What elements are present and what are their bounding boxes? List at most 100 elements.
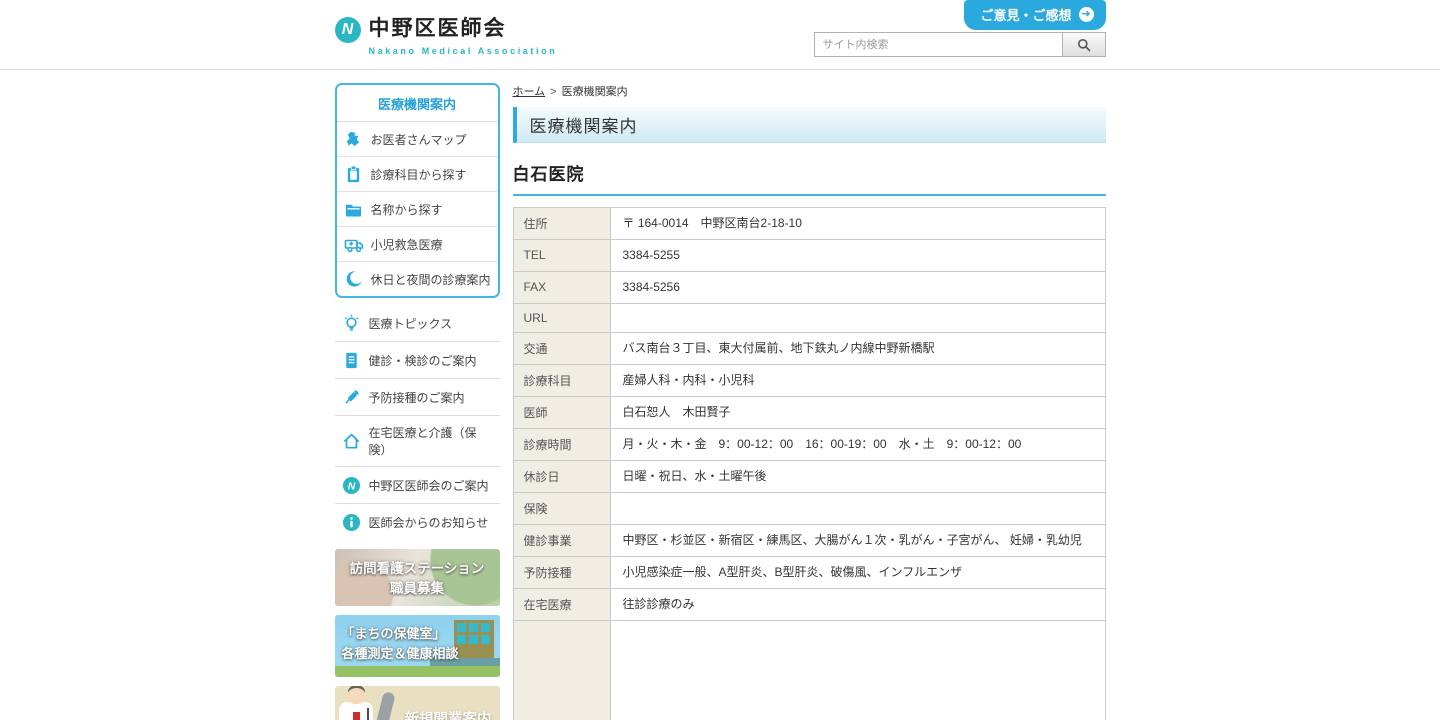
row-label: 在宅医療 [513, 588, 610, 620]
row-label: 診療時間 [513, 428, 610, 460]
page-title-bar: 医療機関案内 [513, 107, 1106, 143]
table-row: TEL 3384-5255 [513, 240, 1105, 272]
row-value [610, 620, 1105, 720]
sidebar-item-label: 在宅医療と介護（保険） [369, 424, 493, 458]
sidebar-item-checkup-guide[interactable]: 健診・検診のご案内 [335, 342, 500, 379]
sidebar-item-label: 医師会からのお知らせ [369, 514, 489, 531]
folder-icon [344, 199, 364, 219]
row-value: 日曜・祝日、水・土曜午後 [610, 460, 1105, 492]
sidebar-item-medical-institutions[interactable]: 医療機関案内 [337, 85, 498, 122]
table-row: FAX 3384-5256 [513, 271, 1105, 303]
banner-visiting-nurse-recruitment[interactable]: 訪問看護ステーション 職員募集 [335, 549, 500, 606]
banner-text-line: 新規開業案内 [335, 708, 492, 720]
row-label: 健診事業 [513, 524, 610, 556]
sidebar-item-home-care-insurance[interactable]: 在宅医療と介護（保険） [335, 416, 500, 467]
row-label: TEL [513, 240, 610, 272]
breadcrumb-current: 医療機関案内 [562, 86, 628, 98]
logo-circle-icon: N [342, 475, 362, 495]
sidebar-item-label: 診療科目から探す [371, 166, 467, 183]
banner-new-practice-guide[interactable]: 新規開業案内 [335, 686, 500, 720]
row-value [610, 492, 1105, 524]
lightbulb-icon [342, 313, 362, 333]
table-row: 診療時間 月・火・木・金 9：00-12：00 16：00-19：00 水・土 … [513, 428, 1105, 460]
table-row: 保険 [513, 492, 1105, 524]
sidebar-item-vaccination-guide[interactable]: 予防接種のご案内 [335, 379, 500, 416]
sidebar-item-holiday-night-care[interactable]: 休日と夜間の診療案内 [337, 261, 498, 296]
sidebar-item-doctor-map[interactable]: お医者さんマップ [337, 122, 498, 156]
feedback-label: ご意見・ご感想 [980, 5, 1071, 24]
banner-text-line: 各種測定＆健康相談 [342, 644, 500, 664]
logo-n-icon: N [335, 17, 361, 43]
sidebar-item-label: 健診・検診のご案内 [369, 352, 477, 369]
sidebar-item-label: 医療トピックス [369, 315, 453, 332]
row-value: 3384-5255 [610, 240, 1105, 272]
site-search [814, 32, 1106, 57]
table-row: 健診事業 中野区・杉並区・新宿区・練馬区、大腸がん１次・乳がん・子宮がん、 妊婦… [513, 524, 1105, 556]
table-row: 交通 バス南台３丁目、東大付属前、地下鉄丸ノ内線中野新橋駅 [513, 332, 1105, 364]
table-row: 在宅医療 往診診療のみ [513, 588, 1105, 620]
search-input[interactable] [814, 32, 1062, 57]
row-label: FAX [513, 271, 610, 303]
banner-text-line: 職員募集 [335, 579, 500, 599]
row-value: 3384-5256 [610, 271, 1105, 303]
row-label: 休診日 [513, 460, 610, 492]
sidebar-secondary-nav: 医療トピックス 健診・検診のご案内 [335, 305, 500, 540]
search-icon [1076, 37, 1092, 53]
row-label: 交通 [513, 332, 610, 364]
row-label: 保険 [513, 492, 610, 524]
sidebar-nav-box: 医療機関案内 お医者さんマップ 診療科目から探 [335, 83, 500, 298]
row-label: 予防接種 [513, 556, 610, 588]
document-icon [342, 350, 362, 370]
row-value: 小児感染症一般、A型肝炎、B型肝炎、破傷風、インフルエンザ [610, 556, 1105, 588]
ambulance-icon [344, 234, 364, 254]
feedback-button[interactable]: ご意見・ご感想 ➜ [964, 0, 1105, 30]
row-value: 中野区・杉並区・新宿区・練馬区、大腸がん１次・乳がん・子宮がん、 妊婦・乳幼児 [610, 524, 1105, 556]
row-label: URL [513, 303, 610, 332]
table-row: URL [513, 303, 1105, 332]
logo-title: 中野区医師会 [369, 17, 558, 40]
sidebar-item-association-news[interactable]: 医師会からのお知らせ [335, 504, 500, 540]
row-label [513, 620, 610, 720]
sidebar-item-medical-topics[interactable]: 医療トピックス [335, 305, 500, 342]
row-value: 月・火・木・金 9：00-12：00 16：00-19：00 水・土 9：00-… [610, 428, 1105, 460]
sidebar-item-label: お医者さんマップ [371, 131, 467, 148]
breadcrumb: ホーム>医療機関案内 [513, 83, 1106, 99]
row-value [610, 303, 1105, 332]
table-row: 予防接種 小児感染症一般、A型肝炎、B型肝炎、破傷風、インフルエンザ [513, 556, 1105, 588]
arrow-right-icon: ➜ [1079, 7, 1094, 22]
sidebar-item-search-by-name[interactable]: 名称から探す [337, 191, 498, 226]
sidebar-item-association-guide[interactable]: N 中野区医師会のご案内 [335, 467, 500, 504]
sidebar-item-label: 小児救急医療 [371, 236, 443, 253]
site-logo[interactable]: N 中野区医師会 Nakano Medical Association [335, 17, 558, 56]
page-title: 医療機関案内 [530, 112, 638, 137]
site-header: N 中野区医師会 Nakano Medical Association ご意見・… [0, 0, 1440, 70]
sidebar-item-label: 名称から探す [371, 201, 443, 218]
banner-text-line: 「まちの保健室」 [342, 624, 500, 644]
table-row: 休診日 日曜・祝日、水・土曜午後 [513, 460, 1105, 492]
row-value: 白石恕人 木田賢子 [610, 396, 1105, 428]
sidebar-item-search-by-department[interactable]: 診療科目から探す [337, 156, 498, 191]
moon-icon [344, 269, 364, 289]
table-row: 住所 〒 164-0014 中野区南台2-18-10 [513, 208, 1105, 240]
row-value: 往診診療のみ [610, 588, 1105, 620]
row-value: 産婦人科・内科・小児科 [610, 364, 1105, 396]
map-icon [344, 129, 364, 149]
clipboard-icon [344, 164, 364, 184]
banner-town-health-room[interactable]: 「まちの保健室」 各種測定＆健康相談 [335, 615, 500, 677]
search-button[interactable] [1062, 32, 1106, 57]
sidebar-item-label: 予防接種のご案内 [369, 389, 465, 406]
syringe-icon [342, 387, 362, 407]
svg-text:N: N [348, 481, 356, 492]
clinic-name: 白石医院 [513, 160, 1106, 196]
page: N 中野区医師会 Nakano Medical Association ご意見・… [0, 0, 1440, 720]
table-row: 医師 白石恕人 木田賢子 [513, 396, 1105, 428]
row-value: バス南台３丁目、東大付属前、地下鉄丸ノ内線中野新橋駅 [610, 332, 1105, 364]
row-value: 〒 164-0014 中野区南台2-18-10 [610, 208, 1105, 240]
main-content: ホーム>医療機関案内 医療機関案内 白石医院 住所 〒 164-0014 中野区… [513, 70, 1106, 720]
banner-text-line: 訪問看護ステーション [335, 559, 500, 579]
info-icon [342, 512, 362, 532]
logo-subtitle: Nakano Medical Association [369, 46, 558, 56]
sidebar-item-pediatric-emergency[interactable]: 小児救急医療 [337, 226, 498, 261]
table-row [513, 620, 1105, 720]
breadcrumb-home-link[interactable]: ホーム [513, 86, 546, 98]
